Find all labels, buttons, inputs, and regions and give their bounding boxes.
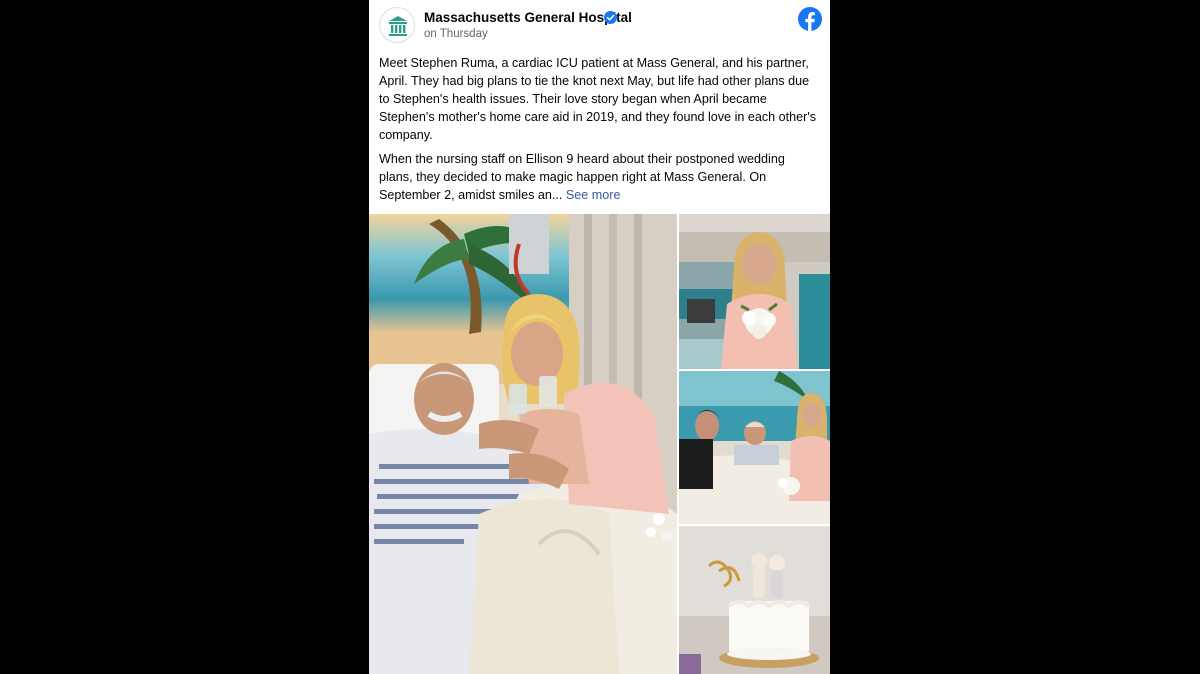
- photo-bedside-group[interactable]: [679, 371, 830, 524]
- page-name[interactable]: Massachusetts General Hospital: [424, 10, 632, 25]
- hospital-columns-logo-icon: [389, 16, 407, 36]
- facebook-post-card: Massachusetts General Hospital on Thursd…: [369, 0, 830, 674]
- photo-bride-bouquet[interactable]: [679, 214, 830, 369]
- post-paragraph: Meet Stephen Ruma, a cardiac ICU patient…: [379, 56, 817, 142]
- post-paragraph: When the nursing staff on Ellison 9 hear…: [379, 150, 819, 204]
- see-more-link[interactable]: See more: [566, 188, 621, 202]
- verified-badge-icon: [604, 11, 617, 24]
- post-text: Meet Stephen Ruma, a cardiac ICU patient…: [379, 54, 819, 210]
- page-avatar[interactable]: [379, 7, 415, 43]
- post-header: Massachusetts General Hospital on Thursd…: [369, 0, 830, 50]
- post-timestamp[interactable]: on Thursday: [424, 28, 488, 40]
- photo-wedding-cake[interactable]: [679, 526, 830, 674]
- photo-couple-toast[interactable]: [369, 214, 677, 674]
- facebook-logo-icon[interactable]: [798, 7, 822, 31]
- photo-grid: [369, 214, 830, 674]
